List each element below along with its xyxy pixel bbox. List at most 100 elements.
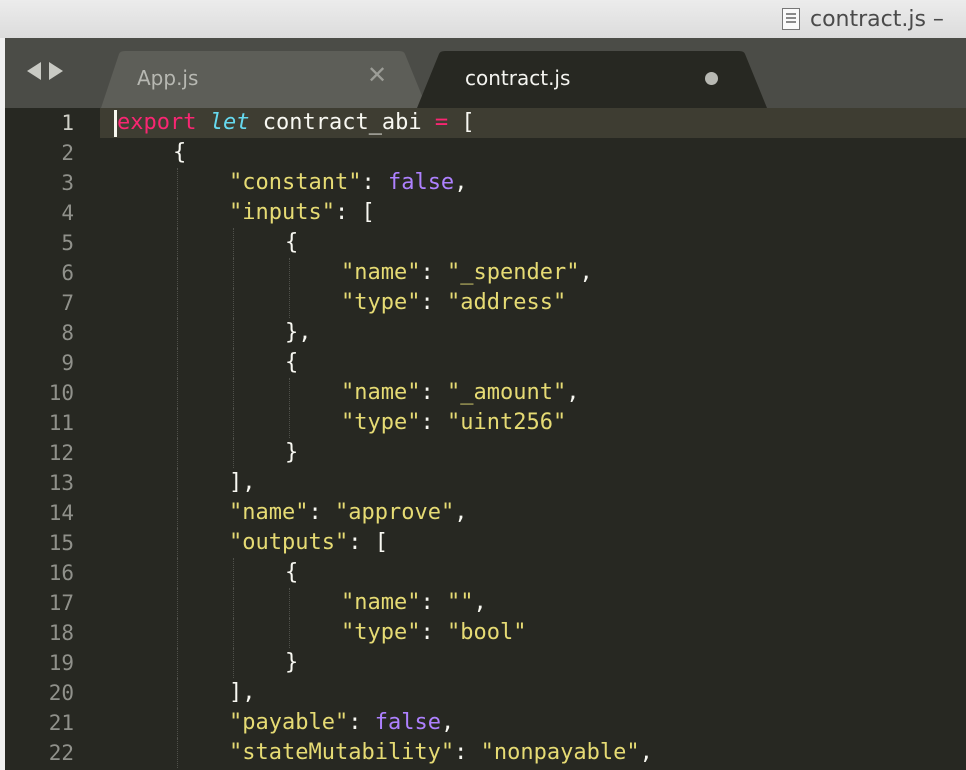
code-token: : [ [334, 200, 375, 225]
code-line: { [173, 138, 186, 168]
code-line: } [285, 648, 298, 678]
line-number: 5 [61, 231, 74, 255]
code-token: ], [229, 470, 256, 495]
tab-contract-js[interactable]: contract.js [417, 50, 767, 108]
line-number: 19 [48, 651, 74, 675]
code-token: "name" [229, 500, 309, 525]
code-token: "type" [341, 620, 421, 645]
code-token: "constant" [229, 170, 362, 195]
code-line: "outputs": [ [229, 528, 388, 558]
line-number: 13 [48, 471, 74, 495]
code-line: "type": "uint256" [341, 408, 566, 438]
line-number: 11 [48, 411, 74, 435]
indent-guide [289, 288, 290, 318]
indent-guide [177, 678, 178, 708]
close-icon[interactable]: ✕ [367, 61, 387, 89]
indent-guide [233, 288, 234, 318]
line-number: 9 [61, 351, 74, 375]
code-line: "stateMutability": "nonpayable", [229, 738, 653, 768]
indent-guide [233, 618, 234, 648]
code-token: , [566, 380, 580, 405]
indent-guide [177, 318, 178, 348]
code-token: : [ [348, 530, 388, 555]
chevron-left-icon[interactable] [27, 62, 41, 80]
line-number: 17 [48, 591, 74, 615]
tab-app-js[interactable]: App.js ✕ [101, 50, 431, 108]
indent-guide [289, 588, 290, 618]
code-editor[interactable]: 1 2 3 4 5 6 7 8 9 10 11 12 13 14 15 16 17 18 19 20 21 22 expo… [5, 108, 966, 770]
code-line: "type": "address" [341, 288, 566, 318]
code-token: : [420, 380, 447, 405]
unsaved-dot-icon[interactable] [705, 72, 718, 85]
code-line: "name": "approve", [229, 498, 467, 528]
code-token: false [387, 170, 455, 195]
code-token: ], [229, 680, 256, 705]
code-token: { [173, 140, 187, 165]
code-token: : [420, 620, 447, 645]
indent-guide [177, 438, 178, 468]
line-number: 2 [61, 141, 74, 165]
code-token: "uint256" [446, 410, 567, 435]
code-token: : [454, 740, 481, 765]
text-cursor [114, 110, 117, 137]
indent-guide [177, 408, 178, 438]
indent-guide [177, 468, 178, 498]
code-token: } [285, 650, 299, 675]
code-token: : [308, 500, 335, 525]
line-number: 10 [48, 381, 74, 405]
code-line: ], [229, 468, 256, 498]
tab-label: contract.js [465, 66, 571, 90]
code-token: }, [285, 320, 312, 345]
indent-guide [177, 258, 178, 288]
indent-guide [289, 408, 290, 438]
code-token: { [285, 230, 299, 255]
line-number-gutter: 1 2 3 4 5 6 7 8 9 10 11 12 13 14 15 16 17 18 19 20 21 22 [5, 108, 100, 770]
line-number: 4 [61, 201, 74, 225]
line-number: 1 [61, 111, 74, 135]
code-token: contract_abi [249, 110, 435, 135]
code-token: "" [446, 590, 474, 615]
code-token: , [639, 740, 653, 765]
window-title-text: contract.js – [810, 6, 944, 32]
line-number: 8 [61, 321, 74, 345]
line-number: 16 [48, 561, 74, 585]
indent-guide [177, 288, 178, 318]
code-token: , [579, 260, 593, 285]
tab-label: App.js [137, 66, 199, 90]
chevron-right-icon[interactable] [49, 62, 63, 80]
window-title-bar: contract.js – [0, 0, 966, 39]
indent-guide [177, 738, 178, 768]
code-line: } [285, 438, 298, 468]
indent-guide [177, 618, 178, 648]
indent-guide [177, 228, 178, 258]
indent-guide [177, 168, 178, 198]
code-line: "name": "", [341, 588, 487, 618]
code-token: "_amount" [446, 380, 567, 405]
indent-guide [289, 258, 290, 288]
code-line: ], [229, 678, 256, 708]
code-token: { [285, 350, 299, 375]
code-line: export let contract_abi = [ [117, 108, 475, 138]
indent-guide [177, 378, 178, 408]
indent-guide [177, 348, 178, 378]
code-line: "type": "bool" [341, 618, 526, 648]
code-token: "payable" [229, 710, 349, 735]
code-token: "name" [341, 260, 421, 285]
code-token: , [440, 710, 455, 735]
tab-bar: App.js ✕ contract.js [5, 38, 966, 108]
indent-guide [289, 618, 290, 648]
code-token: : [420, 410, 447, 435]
code-line: "name": "_amount", [341, 378, 579, 408]
indent-guide [233, 378, 234, 408]
indent-guide [233, 318, 234, 348]
line-number: 7 [61, 291, 74, 315]
code-token: : [420, 590, 447, 615]
code-token: "bool" [446, 620, 527, 645]
code-token: : [361, 170, 388, 195]
code-line: "constant": false, [229, 168, 467, 198]
code-token: "approve" [334, 500, 455, 525]
line-number: 15 [48, 531, 74, 555]
indent-guide [177, 558, 178, 588]
code-token: "name" [341, 590, 421, 615]
